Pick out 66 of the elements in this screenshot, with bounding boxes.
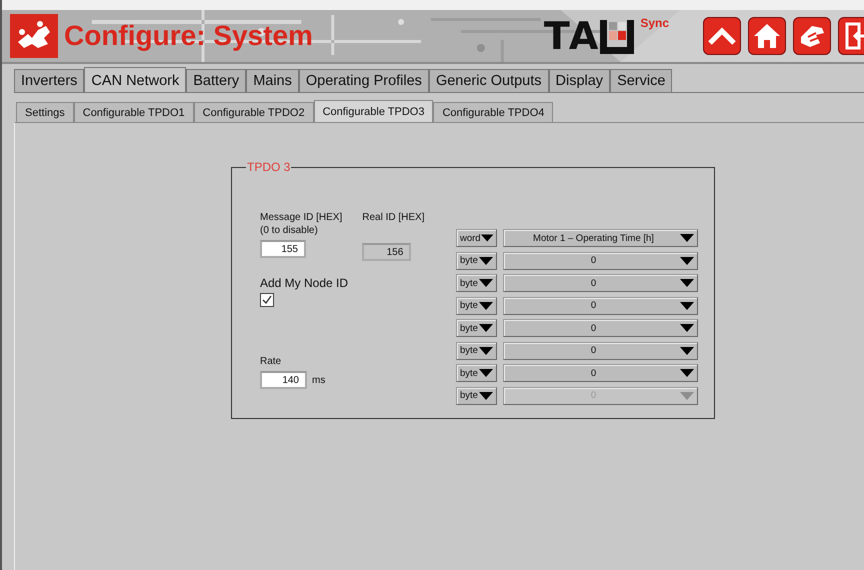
logo-text: TA	[544, 14, 600, 58]
dropdown-arrow-icon	[479, 369, 493, 377]
type-dropdown[interactable]: byte	[456, 296, 497, 314]
sub-tab[interactable]: Configurable TPDO2	[194, 102, 314, 122]
dropdown-arrow-icon	[680, 302, 694, 310]
sub-tab[interactable]: Configurable TPDO1	[74, 102, 194, 122]
value-dropdown[interactable]: 0	[503, 296, 698, 314]
dropdown-arrow-icon	[479, 392, 493, 400]
type-dropdown[interactable]: byte	[456, 252, 497, 270]
value-dropdown[interactable]: 0	[503, 364, 698, 382]
real-id-field[interactable]: 156	[362, 243, 412, 261]
rate-unit: ms	[312, 374, 326, 386]
rate-field[interactable]: 140	[260, 371, 307, 389]
dropdown-arrow-icon	[479, 279, 493, 287]
tab[interactable]: CAN Network	[84, 67, 186, 93]
exit-door-icon	[844, 22, 864, 50]
page-title: Configure: System	[64, 20, 313, 52]
dropdown-arrow-icon	[479, 256, 493, 264]
home-button[interactable]	[748, 17, 786, 55]
logo-suffix: Sync	[640, 16, 669, 30]
group-title: TPDO 3	[246, 160, 292, 174]
value-dropdown[interactable]: Motor 1 – Operating Time [h]	[503, 229, 698, 247]
node-id-label: Add My Node ID	[260, 276, 350, 290]
home-icon	[753, 23, 781, 49]
dropdown-arrow-icon	[479, 302, 493, 310]
tab[interactable]: Inverters	[14, 69, 84, 92]
sub-tab[interactable]: Settings	[16, 102, 74, 122]
checkmark-icon	[262, 295, 272, 305]
message-id-field[interactable]: 155	[260, 240, 306, 258]
dropdown-arrow-icon	[680, 346, 694, 354]
dropdown-arrow-icon	[680, 256, 694, 264]
dropdown-arrow-icon	[480, 234, 493, 242]
dropdown-arrow-icon	[680, 324, 694, 332]
tab[interactable]: Mains	[246, 69, 299, 92]
tab[interactable]: Battery	[186, 69, 246, 92]
value-dropdown[interactable]: 0	[503, 342, 698, 360]
tab[interactable]: Service	[610, 69, 672, 92]
sub-tab[interactable]: Configurable TPDO4	[433, 102, 554, 122]
value-dropdown[interactable]: 0	[503, 319, 698, 337]
puzzle-logo-icon	[10, 14, 58, 58]
dropdown-arrow-icon	[680, 279, 694, 287]
tab[interactable]: Generic Outputs	[428, 69, 549, 92]
type-dropdown[interactable]: word	[456, 229, 497, 247]
type-dropdown[interactable]: byte	[456, 342, 497, 360]
type-dropdown[interactable]: byte	[456, 319, 497, 337]
dropdown-arrow-icon	[680, 369, 694, 377]
hand-icon	[798, 23, 826, 49]
up-button[interactable]	[703, 17, 741, 55]
logo-mark-icon	[600, 20, 634, 54]
hand-button[interactable]	[793, 17, 831, 55]
tab[interactable]: Operating Profiles	[298, 69, 429, 92]
value-dropdown[interactable]: 0	[503, 274, 698, 292]
dropdown-arrow-icon	[680, 392, 694, 400]
real-id-label: Real ID [HEX]	[362, 211, 425, 224]
rate-label: Rate	[260, 355, 282, 368]
message-id-label: Message ID [HEX] (0 to disable)	[260, 211, 342, 237]
chevron-up-icon	[708, 26, 736, 46]
dropdown-arrow-icon	[479, 346, 493, 354]
type-dropdown[interactable]: byte	[456, 274, 497, 292]
value-dropdown[interactable]: 0	[503, 252, 698, 270]
tab[interactable]: Display	[548, 69, 610, 92]
dropdown-arrow-icon	[479, 324, 493, 332]
node-id-checkbox[interactable]	[260, 293, 274, 307]
sub-tab[interactable]: Configurable TPDO3	[314, 100, 434, 123]
dropdown-arrow-icon	[680, 234, 694, 242]
type-dropdown[interactable]: byte	[456, 364, 497, 382]
